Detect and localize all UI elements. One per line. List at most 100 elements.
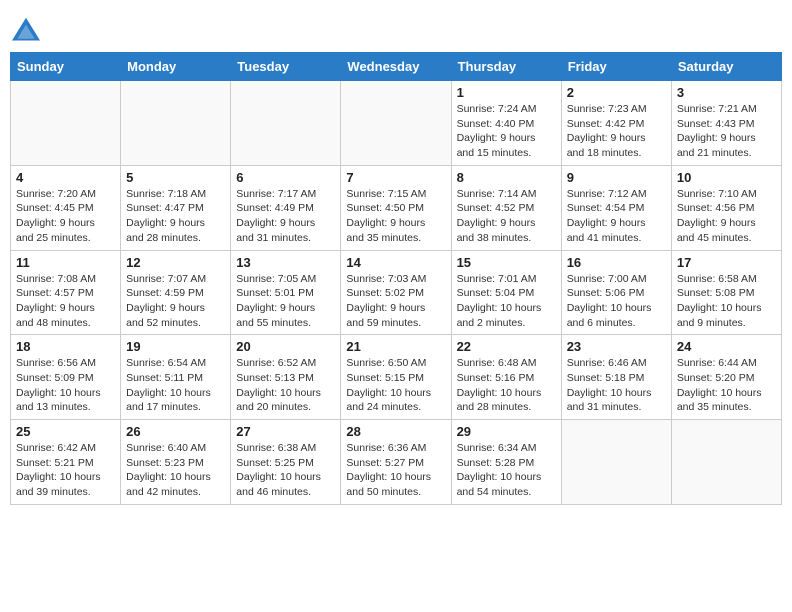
day-info: Sunrise: 6:52 AM Sunset: 5:13 PM Dayligh… <box>236 356 335 415</box>
day-info: Sunrise: 6:36 AM Sunset: 5:27 PM Dayligh… <box>346 441 445 500</box>
calendar-cell: 21 Sunrise: 6:50 AM Sunset: 5:15 PM Dayli… <box>341 335 451 420</box>
calendar-cell: 14Sunrise: 7:03 AM Sunset: 5:02 PM Dayli… <box>341 250 451 335</box>
weekday-header-row: SundayMondayTuesdayWednesdayThursdayFrid… <box>11 53 782 81</box>
calendar-cell: 19 Sunrise: 6:54 AM Sunset: 5:11 PM Dayli… <box>121 335 231 420</box>
calendar-cell: 29Sunrise: 6:34 AM Sunset: 5:28 PM Dayli… <box>451 420 561 505</box>
calendar-cell: 5 Sunrise: 7:18 AM Sunset: 4:47 PM Daylig… <box>121 165 231 250</box>
day-number: 4 <box>16 170 115 185</box>
day-info: Sunrise: 7:12 AM Sunset: 4:54 PM Dayligh… <box>567 187 666 246</box>
day-number: 25 <box>16 424 115 439</box>
calendar-cell: 12 Sunrise: 7:07 AM Sunset: 4:59 PM Dayli… <box>121 250 231 335</box>
calendar-cell <box>671 420 781 505</box>
calendar: SundayMondayTuesdayWednesdayThursdayFrid… <box>10 52 782 505</box>
day-number: 28 <box>346 424 445 439</box>
day-info: Sunrise: 7:10 AM Sunset: 4:56 PM Dayligh… <box>677 187 776 246</box>
day-number: 22 <box>457 339 556 354</box>
day-number: 24 <box>677 339 776 354</box>
day-number: 19 <box>126 339 225 354</box>
week-row-0: 1 Sunrise: 7:24 AM Sunset: 4:40 PM Daylig… <box>11 81 782 166</box>
day-info: Sunrise: 6:54 AM Sunset: 5:11 PM Dayligh… <box>126 356 225 415</box>
day-info: Sunrise: 6:50 AM Sunset: 5:15 PM Dayligh… <box>346 356 445 415</box>
day-info: Sunrise: 7:14 AM Sunset: 4:52 PM Dayligh… <box>457 187 556 246</box>
day-info: Sunrise: 7:17 AM Sunset: 4:49 PM Dayligh… <box>236 187 335 246</box>
calendar-cell: 23 Sunrise: 6:46 AM Sunset: 5:18 PM Dayli… <box>561 335 671 420</box>
day-number: 18 <box>16 339 115 354</box>
calendar-cell: 1 Sunrise: 7:24 AM Sunset: 4:40 PM Daylig… <box>451 81 561 166</box>
day-info: Sunrise: 7:20 AM Sunset: 4:45 PM Dayligh… <box>16 187 115 246</box>
calendar-cell: 10 Sunrise: 7:10 AM Sunset: 4:56 PM Dayli… <box>671 165 781 250</box>
calendar-cell: 4 Sunrise: 7:20 AM Sunset: 4:45 PM Daylig… <box>11 165 121 250</box>
calendar-cell: 22 Sunrise: 6:48 AM Sunset: 5:16 PM Dayli… <box>451 335 561 420</box>
day-info: Sunrise: 7:21 AM Sunset: 4:43 PM Dayligh… <box>677 102 776 161</box>
day-info: Sunrise: 6:38 AM Sunset: 5:25 PM Dayligh… <box>236 441 335 500</box>
day-info: Sunrise: 7:07 AM Sunset: 4:59 PM Dayligh… <box>126 272 225 331</box>
weekday-header-saturday: Saturday <box>671 53 781 81</box>
calendar-cell <box>231 81 341 166</box>
day-info: Sunrise: 6:46 AM Sunset: 5:18 PM Dayligh… <box>567 356 666 415</box>
weekday-header-monday: Monday <box>121 53 231 81</box>
day-number: 1 <box>457 85 556 100</box>
calendar-cell: 26 Sunrise: 6:40 AM Sunset: 5:23 PM Dayli… <box>121 420 231 505</box>
day-info: Sunrise: 6:56 AM Sunset: 5:09 PM Dayligh… <box>16 356 115 415</box>
day-number: 7 <box>346 170 445 185</box>
day-info: Sunrise: 7:18 AM Sunset: 4:47 PM Dayligh… <box>126 187 225 246</box>
day-info: Sunrise: 7:03 AM Sunset: 5:02 PM Dayligh… <box>346 272 445 331</box>
week-row-2: 11Sunrise: 7:08 AM Sunset: 4:57 PM Dayli… <box>11 250 782 335</box>
day-number: 15 <box>457 255 556 270</box>
day-number: 21 <box>346 339 445 354</box>
calendar-cell <box>11 81 121 166</box>
day-number: 11 <box>16 255 115 270</box>
day-number: 23 <box>567 339 666 354</box>
day-number: 26 <box>126 424 225 439</box>
weekday-header-wednesday: Wednesday <box>341 53 451 81</box>
calendar-cell: 27 Sunrise: 6:38 AM Sunset: 5:25 PM Dayli… <box>231 420 341 505</box>
calendar-cell <box>341 81 451 166</box>
week-row-1: 4 Sunrise: 7:20 AM Sunset: 4:45 PM Daylig… <box>11 165 782 250</box>
calendar-cell: 3 Sunrise: 7:21 AM Sunset: 4:43 PM Daylig… <box>671 81 781 166</box>
day-info: Sunrise: 7:15 AM Sunset: 4:50 PM Dayligh… <box>346 187 445 246</box>
calendar-cell: 8 Sunrise: 7:14 AM Sunset: 4:52 PM Daylig… <box>451 165 561 250</box>
weekday-header-friday: Friday <box>561 53 671 81</box>
calendar-cell: 6 Sunrise: 7:17 AM Sunset: 4:49 PM Daylig… <box>231 165 341 250</box>
calendar-cell: 16 Sunrise: 7:00 AM Sunset: 5:06 PM Dayli… <box>561 250 671 335</box>
calendar-cell <box>121 81 231 166</box>
day-info: Sunrise: 7:05 AM Sunset: 5:01 PM Dayligh… <box>236 272 335 331</box>
day-number: 9 <box>567 170 666 185</box>
calendar-cell: 24 Sunrise: 6:44 AM Sunset: 5:20 PM Dayli… <box>671 335 781 420</box>
day-number: 29 <box>457 424 556 439</box>
weekday-header-thursday: Thursday <box>451 53 561 81</box>
calendar-cell: 18 Sunrise: 6:56 AM Sunset: 5:09 PM Dayli… <box>11 335 121 420</box>
calendar-cell: 11Sunrise: 7:08 AM Sunset: 4:57 PM Dayli… <box>11 250 121 335</box>
header <box>10 10 782 44</box>
calendar-cell: 17 Sunrise: 6:58 AM Sunset: 5:08 PM Dayli… <box>671 250 781 335</box>
day-number: 27 <box>236 424 335 439</box>
day-info: Sunrise: 7:00 AM Sunset: 5:06 PM Dayligh… <box>567 272 666 331</box>
day-number: 12 <box>126 255 225 270</box>
weekday-header-sunday: Sunday <box>11 53 121 81</box>
day-info: Sunrise: 6:48 AM Sunset: 5:16 PM Dayligh… <box>457 356 556 415</box>
weekday-header-tuesday: Tuesday <box>231 53 341 81</box>
day-info: Sunrise: 7:01 AM Sunset: 5:04 PM Dayligh… <box>457 272 556 331</box>
calendar-cell: 9 Sunrise: 7:12 AM Sunset: 4:54 PM Daylig… <box>561 165 671 250</box>
logo <box>10 16 46 44</box>
day-number: 16 <box>567 255 666 270</box>
calendar-cell: 2Sunrise: 7:23 AM Sunset: 4:42 PM Daylig… <box>561 81 671 166</box>
day-number: 3 <box>677 85 776 100</box>
day-info: Sunrise: 6:42 AM Sunset: 5:21 PM Dayligh… <box>16 441 115 500</box>
week-row-3: 18 Sunrise: 6:56 AM Sunset: 5:09 PM Dayli… <box>11 335 782 420</box>
day-number: 10 <box>677 170 776 185</box>
day-number: 17 <box>677 255 776 270</box>
calendar-cell: 7 Sunrise: 7:15 AM Sunset: 4:50 PM Daylig… <box>341 165 451 250</box>
day-info: Sunrise: 6:40 AM Sunset: 5:23 PM Dayligh… <box>126 441 225 500</box>
calendar-cell: 15 Sunrise: 7:01 AM Sunset: 5:04 PM Dayli… <box>451 250 561 335</box>
day-info: Sunrise: 6:58 AM Sunset: 5:08 PM Dayligh… <box>677 272 776 331</box>
calendar-cell: 13Sunrise: 7:05 AM Sunset: 5:01 PM Dayli… <box>231 250 341 335</box>
logo-icon <box>10 16 42 44</box>
calendar-cell <box>561 420 671 505</box>
day-number: 6 <box>236 170 335 185</box>
day-number: 5 <box>126 170 225 185</box>
day-info: Sunrise: 6:44 AM Sunset: 5:20 PM Dayligh… <box>677 356 776 415</box>
calendar-cell: 25 Sunrise: 6:42 AM Sunset: 5:21 PM Dayli… <box>11 420 121 505</box>
day-info: Sunrise: 7:24 AM Sunset: 4:40 PM Dayligh… <box>457 102 556 161</box>
day-number: 8 <box>457 170 556 185</box>
